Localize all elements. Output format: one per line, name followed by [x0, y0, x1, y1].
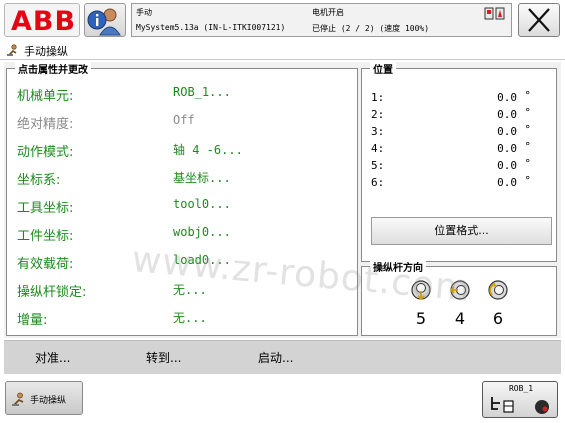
position-format-button[interactable]: 位置格式... — [371, 217, 552, 245]
close-icon — [528, 8, 550, 32]
axis-unit: ° — [524, 89, 531, 102]
joystick-axis-label: 4 — [454, 309, 466, 328]
axis-value: 0.0 — [497, 108, 517, 121]
position-group: 位置 1: 0.0 ° 2: 0.0 ° 3: 0.0 ° 4: 0.0 ° 5… — [361, 61, 557, 262]
prop-row-mechanical-unit[interactable]: 机械单元: ROB_1... — [17, 85, 347, 104]
axis-index: 5: — [371, 159, 385, 172]
position-row: 1: 0.0 ° — [371, 89, 551, 105]
window-tab: 手动操纵 — [0, 40, 565, 60]
prop-value: load0... — [173, 253, 231, 267]
position-row: 2: 0.0 ° — [371, 106, 551, 122]
prop-row-payload[interactable]: 有效载荷: load0... — [17, 253, 347, 272]
prop-label: 机械单元: — [17, 89, 74, 104]
abb-logo: ABB — [11, 6, 77, 37]
prop-value: wobj0... — [173, 225, 231, 239]
prop-value: ROB_1... — [173, 85, 231, 99]
joystick-leftright-icon — [449, 280, 470, 300]
axis-value: 0.0 — [497, 176, 517, 189]
jogging-icon — [7, 44, 17, 56]
axis-index: 3: — [371, 125, 385, 138]
task-bar: 手动操纵 ROB_1 — [0, 377, 565, 423]
prop-label: 动作模式: — [17, 145, 74, 160]
joystick-rotate-icon — [488, 280, 508, 300]
start-button[interactable]: 启动... — [258, 349, 293, 366]
status-bar[interactable]: 手动 MySystem5.13a (IN-L-ITKI007121) 电机开启 … — [131, 3, 512, 37]
prop-label: 工件坐标: — [17, 229, 74, 244]
properties-group-title: 点击属性并更改 — [15, 61, 91, 76]
axis-value: 0.0 — [497, 125, 517, 138]
window-title: 手动操纵 — [24, 45, 68, 58]
prop-value: Off — [173, 113, 195, 127]
axis-unit: ° — [524, 140, 531, 153]
prop-row-joystick-lock[interactable]: 操纵杆锁定: 无... — [17, 281, 347, 300]
position-row: 3: 0.0 ° — [371, 123, 551, 139]
prop-value: 无... — [173, 283, 207, 297]
motor-state: 电机开启 — [312, 8, 344, 17]
mech-unit-label: ROB_1 — [508, 384, 534, 393]
axis-unit: ° — [524, 174, 531, 187]
axis-value: 0.0 — [497, 159, 517, 172]
prop-label: 坐标系: — [17, 173, 61, 188]
prop-row-work-object[interactable]: 工件坐标: wobj0... — [17, 225, 347, 244]
axis-unit: ° — [524, 106, 531, 119]
joystick-updown-icon — [411, 280, 431, 301]
axis-value: 0.0 — [497, 142, 517, 155]
joystick-axis-label: 5 — [415, 309, 427, 328]
prop-row-coordinate-system[interactable]: 坐标系: 基坐标... — [17, 169, 347, 188]
axis-index: 1: — [371, 91, 385, 104]
prop-row-tool[interactable]: 工具坐标: tool0... — [17, 197, 347, 216]
position-group-title: 位置 — [370, 61, 396, 76]
axis-unit: ° — [524, 157, 531, 170]
joystick-axis-label: 6 — [492, 309, 504, 328]
close-button[interactable] — [518, 3, 560, 37]
axis-index: 4: — [371, 142, 385, 155]
axis-index: 2: — [371, 108, 385, 121]
status-flags-icon — [484, 7, 505, 20]
prop-label: 绝对精度: — [17, 117, 74, 132]
align-button[interactable]: 对准... — [35, 349, 70, 366]
axis-unit: ° — [524, 123, 531, 136]
prop-row-absolute-accuracy: 绝对精度: Off — [17, 113, 347, 132]
program-state: 已停止 (2 / 2) (速度 100%) — [312, 24, 430, 33]
prop-value: 轴 4 -6... — [173, 143, 243, 157]
axis-value: 0.0 — [497, 91, 517, 104]
prop-row-increment[interactable]: 增量: 无... — [17, 309, 347, 328]
event-log-button[interactable] — [84, 3, 126, 37]
prop-value: 无... — [173, 311, 207, 325]
quickset-icon — [491, 397, 549, 414]
abb-menu-button[interactable]: ABB — [4, 3, 80, 37]
task-label: 手动操纵 — [30, 396, 67, 406]
goto-button[interactable]: 转到... — [146, 349, 181, 366]
position-row: 5: 0.0 ° — [371, 157, 551, 173]
prop-row-motion-mode[interactable]: 动作模式: 轴 4 -6... — [17, 141, 347, 160]
joystick-group-title: 操纵杆方向 — [370, 259, 426, 274]
position-row: 4: 0.0 ° — [371, 140, 551, 156]
prop-value: tool0... — [173, 197, 231, 211]
jogging-icon — [12, 392, 24, 406]
system-name: MySystem5.13a (IN-L-ITKI007121) — [136, 23, 286, 32]
position-row: 6: 0.0 ° — [371, 174, 551, 190]
command-bar: 对准... 转到... 启动... — [4, 340, 561, 374]
operating-mode: 手动 — [136, 8, 152, 17]
jogging-panel: 点击属性并更改 机械单元: ROB_1... 绝对精度: Off 动作模式: 轴… — [4, 61, 561, 338]
quickset-button[interactable]: ROB_1 — [482, 381, 558, 418]
info-person-icon — [87, 8, 121, 36]
properties-group: 点击属性并更改 机械单元: ROB_1... 绝对精度: Off 动作模式: 轴… — [6, 61, 358, 336]
prop-label: 工具坐标: — [17, 201, 74, 216]
prop-label: 增量: — [17, 313, 48, 328]
top-bar: ABB 手动 MySystem5.13a (IN-L-ITKI007121) 电… — [0, 0, 565, 40]
prop-label: 操纵杆锁定: — [17, 285, 87, 300]
joystick-directions-group: 操纵杆方向 5 4 6 — [361, 259, 557, 336]
task-jogging[interactable]: 手动操纵 — [5, 381, 83, 415]
prop-value: 基坐标... — [173, 171, 231, 185]
prop-label: 有效载荷: — [17, 257, 74, 272]
axis-index: 6: — [371, 176, 385, 189]
